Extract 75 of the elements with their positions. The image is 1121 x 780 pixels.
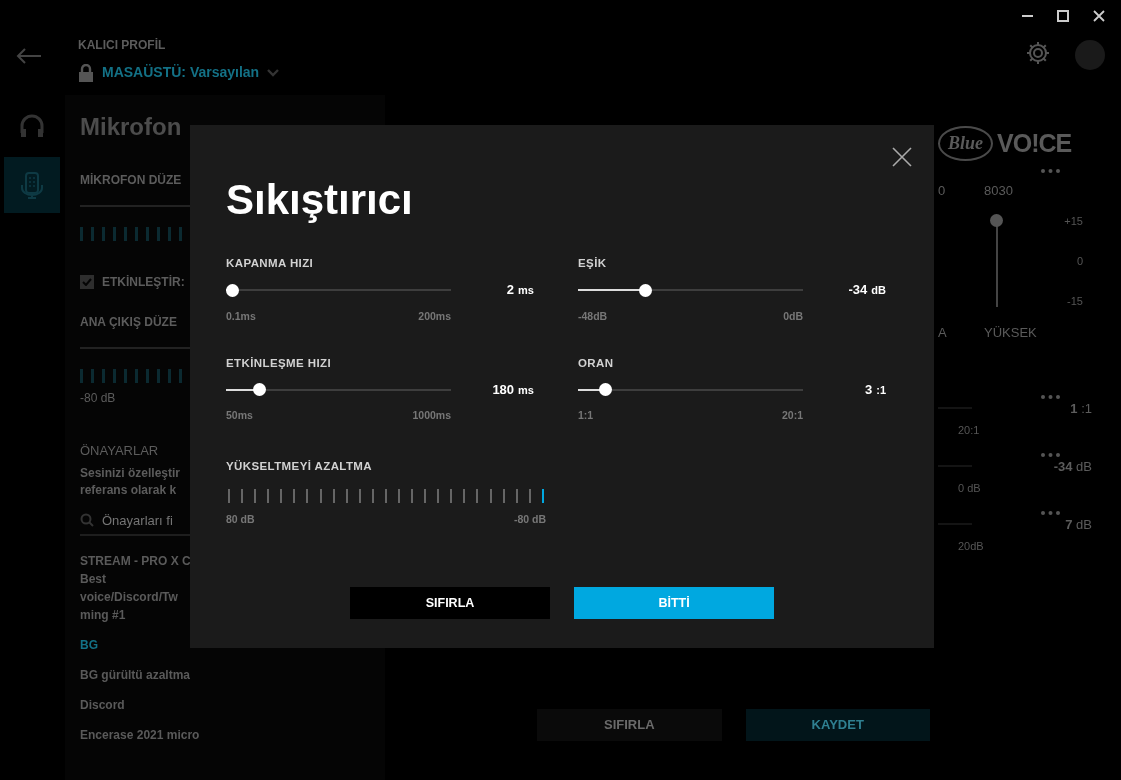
chevron-down-icon bbox=[267, 68, 280, 77]
slider-value: 3 :1 bbox=[864, 380, 886, 399]
scale-end-label: 0 dB bbox=[958, 481, 982, 496]
section-label: ÖNAYARLAR bbox=[80, 442, 159, 460]
scale-label: +15 bbox=[1063, 214, 1083, 229]
slider-thumb[interactable] bbox=[639, 283, 652, 297]
more-options-icon[interactable] bbox=[1041, 168, 1060, 173]
close-icon bbox=[1093, 10, 1105, 22]
profile-label: KALICI PROFİL bbox=[78, 37, 167, 54]
preset-item[interactable]: BG bbox=[80, 630, 98, 660]
slider-thumb[interactable] bbox=[990, 214, 1003, 227]
slider-thumb[interactable] bbox=[598, 383, 612, 396]
readout-value: 1 :1 bbox=[1069, 399, 1092, 418]
frequency-label: 8030 bbox=[984, 181, 1013, 200]
microphone-icon bbox=[19, 171, 45, 199]
range-max-label: 0dB bbox=[783, 308, 803, 324]
preset-item[interactable]: Encerase 2021 micro bbox=[80, 720, 200, 750]
slider-value: -34 dB bbox=[847, 281, 886, 300]
checkbox-label: ETKİNLEŞTİR: bbox=[102, 274, 185, 291]
done-button[interactable]: BİTTİ bbox=[574, 587, 774, 619]
profile-dropdown[interactable]: MASAÜSTÜ: Varsayılan bbox=[102, 62, 280, 83]
scale-label: 0 bbox=[1075, 253, 1083, 269]
scale-label: -15 bbox=[1066, 293, 1083, 309]
preset-item[interactable]: Discord bbox=[80, 690, 125, 720]
close-dialog-button[interactable] bbox=[892, 147, 912, 167]
slider-label: EŞİK bbox=[578, 256, 608, 271]
scale-end-label: 20dB bbox=[958, 539, 985, 554]
slider-label: ORAN bbox=[578, 355, 615, 371]
band-label: YÜKSEK bbox=[984, 324, 1037, 342]
microphone-tab[interactable] bbox=[4, 157, 60, 213]
section-label: ANA ÇIKIŞ DÜZE bbox=[80, 314, 177, 331]
logo-badge: Blue bbox=[938, 126, 993, 162]
readout-value: 7 dB bbox=[1064, 515, 1092, 534]
enable-checkbox[interactable] bbox=[80, 275, 94, 289]
reset-button[interactable]: SIFIRLA bbox=[537, 709, 722, 741]
close-icon bbox=[892, 147, 912, 167]
preset-item[interactable]: BG gürültü azaltma bbox=[80, 660, 190, 690]
logo-text: VO!CE bbox=[997, 128, 1072, 159]
scale-end-label: 20:1 bbox=[958, 423, 981, 438]
slider-value: 2 ms bbox=[505, 281, 534, 300]
slider-thumb[interactable] bbox=[226, 283, 240, 297]
minimize-icon bbox=[1021, 15, 1033, 17]
range-min-label: 0.1ms bbox=[226, 308, 256, 324]
slider-label: ETKİNLEŞME HIZI bbox=[226, 355, 333, 371]
settings-icon[interactable] bbox=[1025, 40, 1051, 66]
slider-label: KAPANMA HIZI bbox=[226, 256, 315, 271]
more-options-icon[interactable] bbox=[1041, 394, 1060, 399]
frequency-label: 0 bbox=[938, 181, 947, 200]
search-icon bbox=[80, 513, 94, 528]
meter-reading: -80 dB bbox=[80, 390, 116, 407]
band-label: A bbox=[938, 324, 948, 342]
range-max-label: -80 dB bbox=[513, 512, 546, 528]
save-button[interactable]: KAYDET bbox=[745, 709, 930, 741]
slider-thumb[interactable] bbox=[253, 383, 267, 396]
range-min-label: 80 dB bbox=[226, 512, 255, 528]
back-arrow-icon[interactable] bbox=[16, 48, 42, 64]
section-label: MİKROFON DÜZE bbox=[80, 172, 182, 189]
maximize-icon bbox=[1057, 10, 1069, 22]
range-max-label: 1000ms bbox=[412, 408, 451, 424]
dialog-title: Sıkıştırıcı bbox=[226, 179, 414, 221]
range-min-label: 1:1 bbox=[578, 408, 594, 424]
range-min-label: -48dB bbox=[578, 308, 608, 324]
slider-value: 180 ms bbox=[491, 380, 534, 399]
range-min-label: 50ms bbox=[226, 408, 253, 424]
panel-title: Mikrofon bbox=[80, 112, 182, 142]
more-options-icon[interactable] bbox=[1041, 452, 1060, 457]
readout-value: -34 dB bbox=[1052, 457, 1092, 476]
meter-label: YÜKSELTMEYİ AZALTMA bbox=[226, 459, 373, 474]
lock-icon bbox=[78, 63, 94, 82]
reset-button[interactable]: SIFIRLA bbox=[350, 587, 550, 619]
more-options-icon[interactable] bbox=[1041, 510, 1060, 515]
range-max-label: 200ms bbox=[418, 308, 451, 324]
range-max-label: 20:1 bbox=[782, 408, 803, 424]
preset-item[interactable]: STREAM - PRO X C Best voice/Discord/Tw ming #1 bbox=[80, 546, 191, 630]
description-text: Sesinizi özelleştir referans olarak k bbox=[80, 464, 181, 499]
